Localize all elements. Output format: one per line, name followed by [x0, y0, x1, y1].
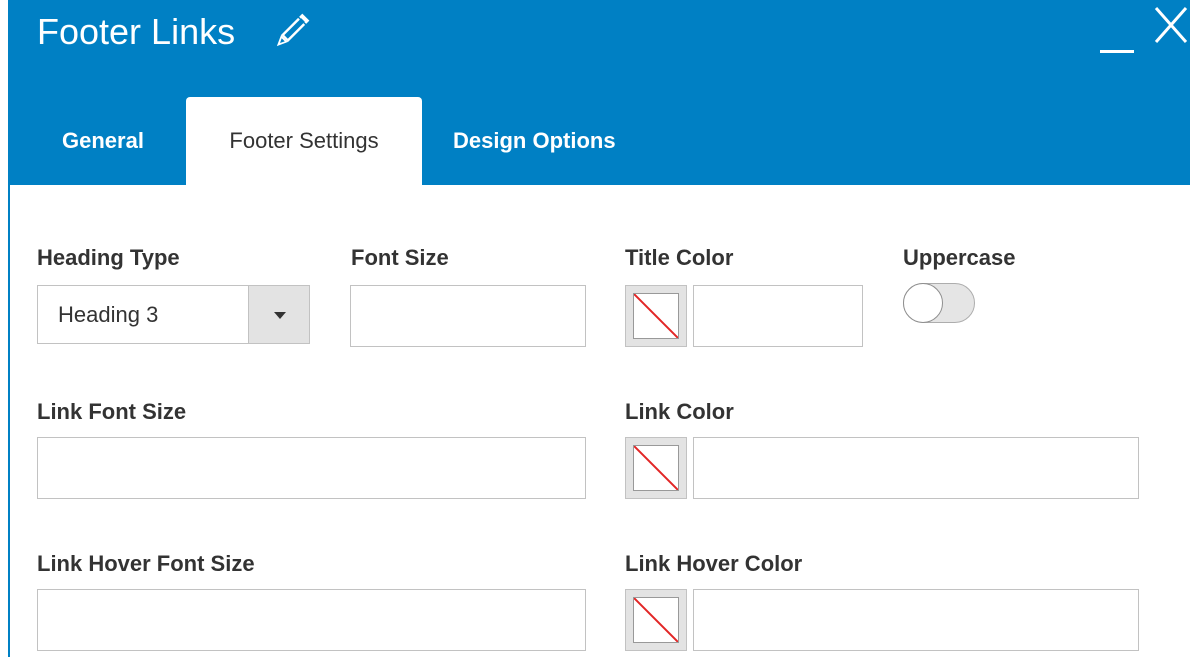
link-color-label: Link Color — [625, 399, 734, 424]
link-color-input[interactable] — [693, 437, 1139, 499]
dialog-left-border — [8, 185, 10, 657]
link-hover-font-size-input[interactable] — [37, 589, 586, 651]
link-color-swatch[interactable] — [625, 437, 687, 499]
title-color-label: Title Color — [625, 245, 734, 270]
triangle-down-icon[interactable] — [248, 286, 309, 343]
heading-type-label: Heading Type — [37, 245, 180, 270]
dialog-title: Footer Links — [37, 11, 236, 52]
font-size-input[interactable] — [350, 285, 586, 347]
title-color-swatch[interactable] — [625, 285, 687, 347]
link-hover-color-swatch[interactable] — [625, 589, 687, 651]
no-color-swatch-icon — [633, 597, 679, 643]
link-font-size-input[interactable] — [37, 437, 586, 499]
link-font-size-label: Link Font Size — [37, 399, 187, 424]
uppercase-toggle[interactable] — [903, 283, 975, 323]
title-color-input[interactable] — [693, 285, 863, 347]
no-color-swatch-icon — [633, 293, 679, 339]
font-size-label: Font Size — [351, 245, 449, 270]
heading-type-value: Heading 3 — [58, 302, 159, 327]
pencil-icon[interactable] — [271, 12, 311, 52]
link-hover-font-size-label: Link Hover Font Size — [37, 551, 255, 576]
tab-general[interactable]: General — [62, 97, 144, 185]
toggle-knob — [903, 283, 943, 323]
minimize-icon[interactable] — [1100, 14, 1134, 54]
tab-footer-settings[interactable]: Footer Settings — [186, 97, 422, 185]
link-hover-color-label: Link Hover Color — [625, 551, 803, 576]
uppercase-label: Uppercase — [903, 245, 1016, 270]
link-hover-color-input[interactable] — [693, 589, 1139, 651]
tab-design-options[interactable]: Design Options — [453, 97, 616, 185]
close-icon[interactable] — [1152, 4, 1190, 46]
heading-type-select[interactable]: Heading 3 — [37, 285, 310, 344]
footer-links-dialog: Footer Links General Footer Settings Des… — [0, 0, 1190, 657]
no-color-swatch-icon — [633, 445, 679, 491]
